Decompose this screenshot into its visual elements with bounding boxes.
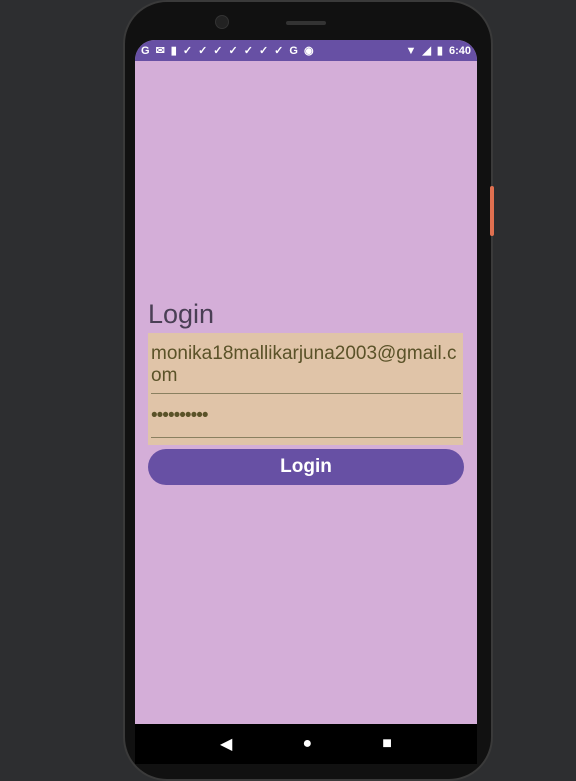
speaker (286, 21, 326, 25)
recents-icon[interactable]: ■ (382, 735, 392, 753)
app-screen: G ✉ ▮ ✓ ✓ ✓ ✓ ✓ ✓ ✓ G ◉ ▼ ◢ ▮ 6:40 Login… (135, 40, 477, 764)
signal-icon: ◢ (422, 45, 431, 57)
check-icon: ✓ (213, 45, 223, 57)
camera (215, 15, 229, 29)
sim-card-icon: ▮ (170, 45, 177, 57)
check-icon: ✓ (198, 45, 208, 57)
check-icon: ✓ (258, 45, 269, 57)
gmail-icon: ✉ (155, 45, 165, 57)
status-bar: G ✉ ▮ ✓ ✓ ✓ ✓ ✓ ✓ ✓ G ◉ ▼ ◢ ▮ 6:40 (135, 40, 477, 61)
login-form: monika18mallikarjuna2003@gmail.com •••••… (148, 333, 463, 445)
check-icon: ✓ (243, 45, 253, 57)
page-title: Login (148, 299, 215, 329)
google-icon: G (289, 44, 298, 57)
check-icon: ✓ (274, 45, 284, 57)
wifi-icon: ▼ (405, 44, 417, 57)
record-icon: ◉ (303, 45, 314, 57)
check-icon: ✓ (228, 45, 238, 57)
battery-icon: ▮ (436, 45, 443, 57)
side-button[interactable] (490, 186, 494, 236)
home-icon[interactable]: ● (302, 735, 312, 753)
clock: 6:40 (448, 44, 471, 57)
check-icon: ✓ (182, 45, 193, 57)
email-field[interactable]: monika18mallikarjuna2003@gmail.com (151, 343, 461, 394)
navigation-bar: ◀ ● ■ (135, 724, 477, 764)
password-field[interactable]: •••••••••• (151, 405, 461, 438)
back-icon[interactable]: ◀ (220, 734, 232, 754)
google-icon: G (141, 44, 150, 57)
login-button[interactable]: Login (148, 449, 464, 485)
